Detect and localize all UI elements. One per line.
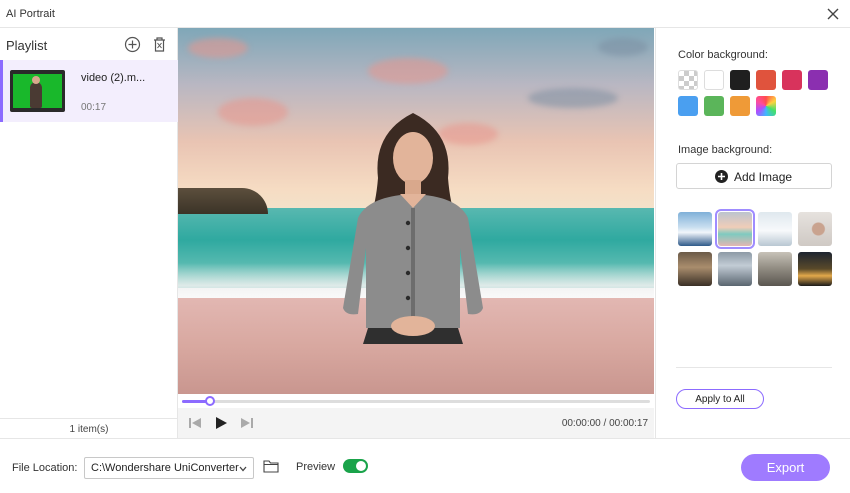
swatch-transparent[interactable]: [678, 70, 698, 90]
player-controls: 00:00:00 / 00:00:17: [178, 408, 654, 438]
title-bar: AI Portrait: [0, 0, 850, 28]
video-preview: [178, 28, 654, 394]
add-image-button[interactable]: Add Image: [676, 163, 832, 189]
video-thumbnail: [10, 70, 65, 112]
file-location-select[interactable]: C:\Wondershare UniConverter: [84, 457, 254, 479]
video-duration: 00:17: [81, 102, 107, 113]
export-button[interactable]: Export: [741, 454, 830, 481]
add-file-icon[interactable]: [124, 36, 141, 53]
timeline[interactable]: [178, 394, 654, 408]
preview-toggle[interactable]: [343, 459, 368, 473]
bottom-bar: File Location: C:\Wondershare UniConvert…: [0, 438, 850, 493]
bg-thumb-beach-sunset[interactable]: [715, 209, 755, 249]
playlist-header: Playlist: [0, 28, 178, 60]
playlist-item[interactable]: video (2).m... 00:17: [0, 60, 178, 122]
timeline-track[interactable]: [182, 400, 650, 403]
panel-divider: [676, 367, 832, 368]
background-panel: Color background: Image background: Add …: [655, 28, 850, 438]
playlist-footer: 1 item(s): [0, 418, 178, 438]
preview-label: Preview: [296, 461, 336, 473]
swatch-crimson[interactable]: [782, 70, 802, 90]
color-background-label: Color background:: [678, 49, 768, 61]
apply-to-all-label: Apply to All: [695, 394, 745, 405]
chevron-down-icon: [239, 466, 247, 472]
close-icon[interactable]: [824, 5, 842, 23]
next-frame-icon[interactable]: [240, 416, 254, 430]
window-title: AI Portrait: [6, 8, 55, 20]
bg-thumb-minimal-room[interactable]: [798, 212, 832, 246]
swatch-purple[interactable]: [808, 70, 828, 90]
delete-icon[interactable]: [152, 36, 167, 53]
swatch-white[interactable]: [704, 70, 724, 90]
folder-icon[interactable]: [263, 459, 279, 473]
bg-thumb-restaurant[interactable]: [758, 252, 792, 286]
bg-thumb-cafe-interior[interactable]: [678, 252, 712, 286]
add-image-label: Add Image: [734, 170, 793, 184]
item-count: 1 item(s): [69, 424, 109, 435]
export-label: Export: [766, 460, 805, 475]
video-name: video (2).m...: [81, 72, 146, 84]
swatch-orange-red[interactable]: [756, 70, 776, 90]
playlist-panel: Playlist video (2).m... 00:17 1 item(s): [0, 28, 178, 438]
bg-thumb-winter-field[interactable]: [758, 212, 792, 246]
swatch-black[interactable]: [730, 70, 750, 90]
timecode: 00:00:00 / 00:00:17: [561, 418, 648, 429]
plus-icon: [715, 170, 728, 183]
portrait-subject: [343, 113, 483, 344]
apply-to-all-button[interactable]: Apply to All: [676, 389, 764, 409]
swatch-custom-gradient[interactable]: [756, 96, 776, 116]
swatch-orange[interactable]: [730, 96, 750, 116]
timeline-scrubber[interactable]: [205, 396, 216, 406]
file-location-label: File Location:: [12, 462, 78, 474]
toggle-knob: [356, 461, 366, 471]
swatch-green[interactable]: [704, 96, 724, 116]
bg-thumb-office-interior[interactable]: [718, 252, 752, 286]
bg-thumb-city-night[interactable]: [798, 252, 832, 286]
file-location-value: C:\Wondershare UniConverter: [91, 462, 239, 474]
playlist-label: Playlist: [6, 38, 48, 53]
previous-frame-icon[interactable]: [188, 416, 202, 430]
image-background-label: Image background:: [678, 144, 773, 156]
swatch-blue[interactable]: [678, 96, 698, 116]
bg-thumb-snowy-mountains[interactable]: [678, 212, 712, 246]
play-icon[interactable]: [214, 416, 228, 430]
